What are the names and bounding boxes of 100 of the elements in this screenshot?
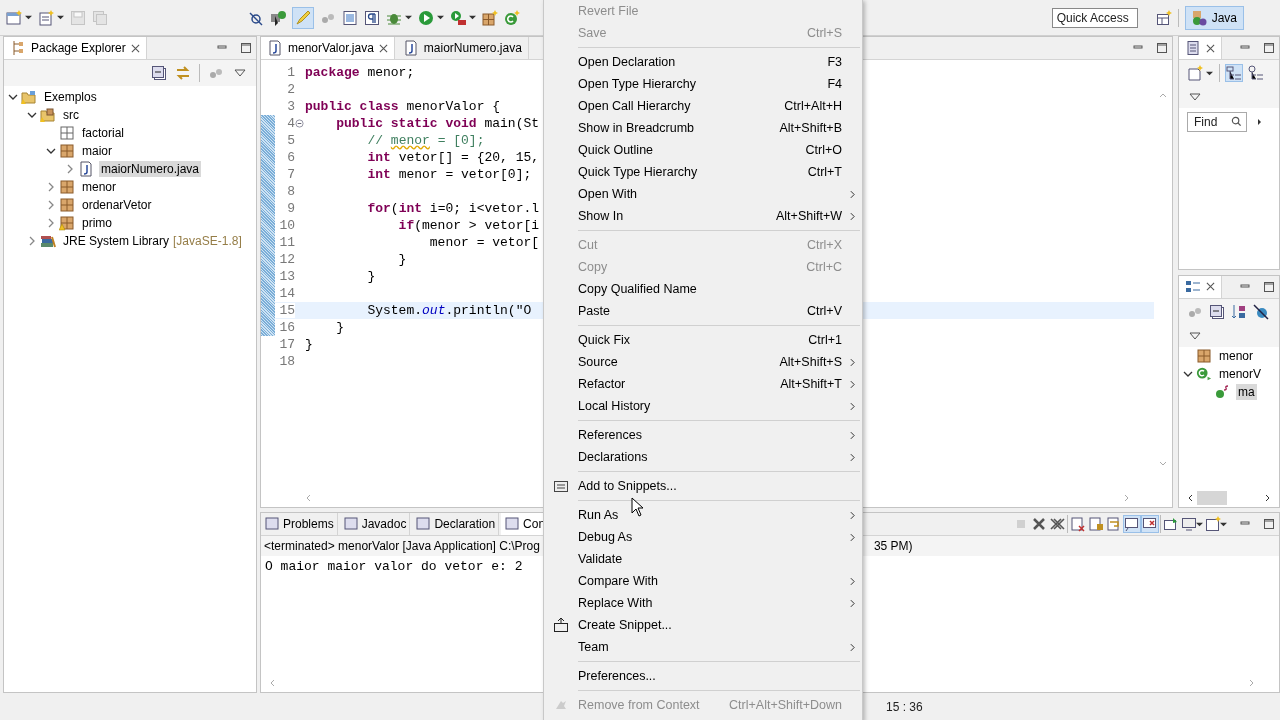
collapse-all-icon[interactable]: [1209, 303, 1225, 320]
scroll-lock-icon[interactable]: [1088, 516, 1104, 532]
menu-item[interactable]: Open Declaration F3: [544, 51, 862, 73]
tree-item[interactable]: primo: [80, 215, 114, 231]
show-error-console-icon[interactable]: [1142, 516, 1158, 532]
tree-item[interactable]: menor: [80, 179, 118, 195]
pin-icon[interactable]: [1163, 516, 1179, 532]
tree-item[interactable]: ma: [1236, 383, 1257, 400]
expanded-chevron-icon[interactable]: [27, 110, 37, 120]
tree-item[interactable]: factorial: [80, 125, 127, 141]
expanded-chevron-icon[interactable]: [8, 92, 18, 102]
menu-item[interactable]: Copy Qualified Name: [544, 278, 862, 300]
menu-item[interactable]: Refactor Alt+Shift+T: [544, 373, 862, 395]
menu-item[interactable]: Quick Outline Ctrl+O: [544, 139, 862, 161]
menu-item[interactable]: Validate: [544, 548, 862, 570]
sort-icon[interactable]: [1231, 303, 1247, 320]
dropdown-caret-icon[interactable]: [405, 14, 412, 21]
collapsed-chevron-icon[interactable]: [46, 218, 56, 228]
scheduled-list-icon[interactable]: [1248, 65, 1264, 81]
tree-item[interactable]: maior: [80, 143, 114, 159]
run-icon[interactable]: [418, 9, 434, 26]
close-icon[interactable]: [1206, 43, 1215, 53]
view-tab[interactable]: Declaration: [412, 513, 500, 535]
new-package-icon[interactable]: [482, 9, 498, 26]
tree-item[interactable]: ordenarVetor: [80, 197, 154, 213]
editor-tab[interactable]: menorValor.java: [261, 37, 395, 59]
slashed-circle-icon[interactable]: [248, 9, 264, 26]
view-tab[interactable]: Problems: [261, 513, 338, 535]
quick-access-field[interactable]: Quick Access: [1051, 7, 1138, 28]
editor-tab[interactable]: maiorNumero.java: [396, 37, 529, 59]
categorized-list-icon[interactable]: [1226, 65, 1242, 81]
maximize-icon[interactable]: [1263, 42, 1275, 54]
menu-item[interactable]: Quick Fix Ctrl+1: [544, 329, 862, 351]
code-line: }: [366, 269, 376, 284]
view-tab[interactable]: [1179, 275, 1222, 298]
clear-console-icon[interactable]: [1070, 516, 1086, 532]
menu-item[interactable]: Open Call Hierarchy Ctrl+Alt+H: [544, 95, 862, 117]
menu-item[interactable]: Quick Type Hierarchy Ctrl+T: [544, 161, 862, 183]
close-icon[interactable]: [1206, 282, 1215, 291]
show-console-icon[interactable]: [1124, 516, 1140, 532]
collapsed-chevron-icon[interactable]: [46, 200, 56, 210]
maximize-icon[interactable]: [1263, 280, 1275, 293]
tree-item[interactable]: menorV: [1217, 365, 1264, 382]
monitor-icon[interactable]: [1181, 516, 1197, 532]
fold-minus-icon[interactable]: [295, 119, 304, 128]
scrollbar-thumb[interactable]: [1197, 491, 1227, 505]
maximize-icon[interactable]: [1263, 518, 1275, 530]
dropdown-caret-icon[interactable]: [57, 14, 64, 21]
new-class-icon[interactable]: [504, 9, 520, 26]
pilcrow-icon[interactable]: [364, 9, 380, 26]
tree-item[interactable]: menor: [1217, 347, 1255, 364]
maximize-icon[interactable]: [1156, 42, 1168, 54]
link-arrows-icon[interactable]: [175, 65, 191, 81]
perspective-button[interactable]: Java: [1184, 5, 1244, 30]
menu-item[interactable]: Create Snippet...: [544, 614, 862, 636]
maximize-icon[interactable]: [240, 42, 252, 54]
tree-item[interactable]: Exemplos: [42, 89, 99, 105]
block-selection-icon[interactable]: [342, 9, 358, 26]
menu-item[interactable]: Replace With: [544, 592, 862, 614]
view-tab[interactable]: [1179, 37, 1222, 59]
menu-item[interactable]: Open With: [544, 183, 862, 205]
close-icon[interactable]: [378, 43, 388, 53]
dropdown-caret-icon[interactable]: [469, 14, 476, 21]
remove-all-icon[interactable]: [1049, 516, 1065, 532]
collapse-all-icon[interactable]: [151, 65, 167, 81]
menu-item[interactable]: Team: [544, 636, 862, 658]
collapsed-chevron-icon[interactable]: [65, 164, 75, 174]
collapsed-chevron-icon[interactable]: [27, 236, 37, 246]
open-perspective-icon[interactable]: [1155, 9, 1172, 26]
menu-item[interactable]: Declarations: [544, 446, 862, 468]
close-icon[interactable]: [130, 43, 140, 53]
dropdown-caret-icon[interactable]: [1206, 69, 1213, 77]
run-toolbox-icon[interactable]: [450, 9, 466, 26]
menu-item[interactable]: Open Type Hierarchy F4: [544, 73, 862, 95]
tree-item[interactable]: JRE System Library [JavaSE-1.8]: [61, 233, 244, 249]
tree-item[interactable]: src: [61, 107, 81, 123]
menu-item[interactable]: Show In Alt+Shift+W: [544, 205, 862, 227]
search-icon[interactable]: [1231, 116, 1242, 127]
highlighter-toggle[interactable]: [292, 6, 314, 29]
tree-item[interactable]: maiorNumero.java: [99, 161, 202, 177]
view-tab[interactable]: Javadoc: [339, 513, 411, 535]
dropdown-caret-icon[interactable]: [25, 14, 32, 21]
dropdown-caret-icon[interactable]: [437, 14, 444, 21]
hide-fields-icon[interactable]: [1253, 303, 1269, 320]
menu-item[interactable]: Preferences...: [544, 665, 862, 687]
menu-item[interactable]: Add to Snippets...: [544, 475, 862, 497]
remove-icon[interactable]: [1031, 516, 1047, 532]
menu-item[interactable]: Source Alt+Shift+S: [544, 351, 862, 373]
collapsed-chevron-icon[interactable]: [46, 182, 56, 192]
menu-item[interactable]: Local History: [544, 395, 862, 417]
new-console-icon[interactable]: [1205, 516, 1221, 532]
menu-item[interactable]: Paste Ctrl+V: [544, 300, 862, 322]
tab-icon: [342, 516, 359, 532]
expanded-chevron-icon[interactable]: [46, 146, 56, 156]
find-field[interactable]: Find: [1187, 112, 1247, 132]
menu-item[interactable]: Show in Breadcrumb Alt+Shift+B: [544, 117, 862, 139]
open-type-icon[interactable]: [270, 9, 286, 26]
menu-item[interactable]: References: [544, 424, 862, 446]
view-tab[interactable]: Package Explorer: [4, 37, 147, 59]
menu-item[interactable]: Compare With: [544, 570, 862, 592]
